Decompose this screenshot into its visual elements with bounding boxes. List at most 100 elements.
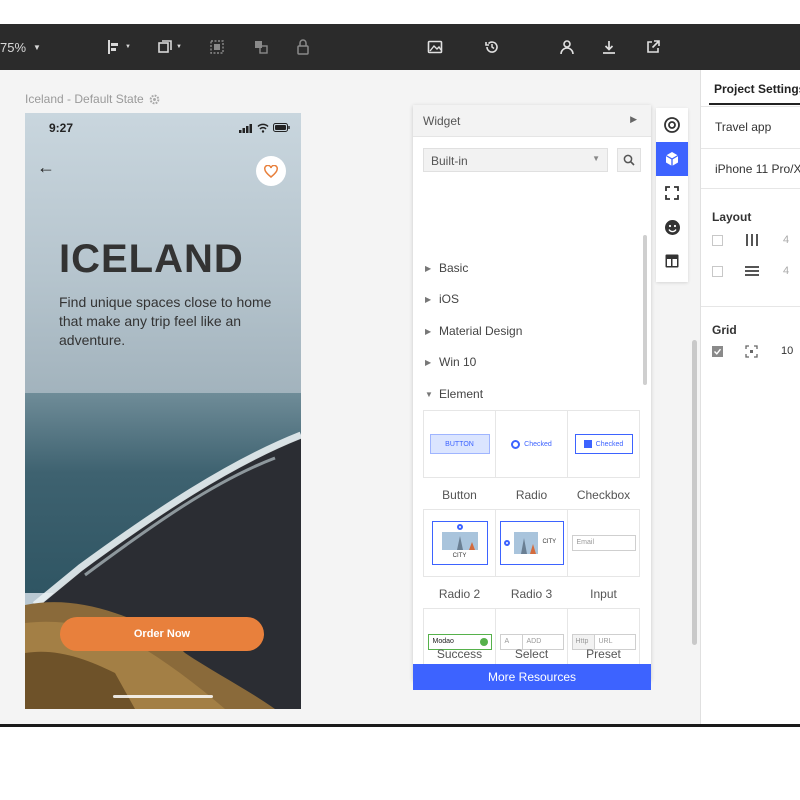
design-canvas[interactable]: Iceland - Default State 9:27 ← ICELAND F… [0,70,700,724]
frame-label[interactable]: Iceland - Default State [25,92,160,106]
radio-checked-icon [511,439,521,449]
chevron-down-icon: ▼ [125,44,131,50]
target-tool[interactable] [656,108,688,142]
lock-icon [297,39,309,55]
history-button[interactable] [484,38,500,56]
arrange-icon [158,40,172,53]
widget-tool[interactable] [656,142,688,176]
history-icon [485,41,498,53]
ungroup-icon [255,41,268,54]
category-material-design[interactable]: ▶ Material Design [425,324,522,338]
layout-rows-checkbox[interactable] [712,266,723,277]
ungroup-button[interactable] [253,38,269,56]
category-ios[interactable]: ▶ iOS [425,292,459,306]
category-label: Element [439,387,484,401]
frame-label-text: Iceland - Default State [25,92,144,106]
table-layout-icon [665,254,679,268]
element-label: Checkbox [576,488,631,502]
align-left-icon [108,40,118,54]
download-icon [603,41,615,54]
emoji-tool[interactable] [656,210,688,244]
widget-search-button[interactable] [617,148,641,172]
success-preview-text: Modao [432,638,454,645]
element-input[interactable]: Email [567,509,640,577]
zoom-dropdown[interactable]: 75% ▼ [0,38,41,56]
order-now-button[interactable]: Order Now [60,617,264,651]
columns-icon [746,234,758,246]
radio-3-preview: CITY [499,521,564,565]
city-label: CITY [452,553,467,559]
tab-project-settings[interactable]: Project Settings [714,82,800,96]
category-label: Win 10 [439,355,477,369]
project-name-field[interactable]: Travel app [715,120,771,134]
grid-size-value[interactable]: 10 [781,345,793,357]
divider [701,188,800,189]
checkbox-checked-icon [583,440,592,448]
input-preview: Email [571,535,636,551]
target-icon [664,117,680,133]
favorite-button[interactable] [256,156,286,186]
radio-preview: Checked [511,439,552,449]
checkmark-icon [714,348,722,355]
element-radio[interactable]: Checked [495,410,568,478]
active-tab-underline [709,103,800,105]
layout-rows-value[interactable]: 4 [783,265,789,277]
category-win-10[interactable]: ▶ Win 10 [425,355,476,369]
top-toolbar: 75% ▼ ▼ ▼ [0,24,800,70]
element-button[interactable]: BUTTON [423,410,496,478]
city-thumbnail-icon [441,532,478,550]
element-checkbox[interactable]: Checked [567,410,640,478]
element-radio-3[interactable]: CITY [495,509,568,577]
category-element[interactable]: ▼ Element [425,387,483,401]
smiley-icon [664,219,680,235]
component-tool[interactable] [656,176,688,210]
caret-right-icon: ▶ [425,263,432,273]
user-button[interactable] [559,38,575,56]
success-check-icon [479,638,488,646]
battery-icon [273,123,290,132]
widget-panel-title: Widget [423,114,461,128]
canvas-scrollbar[interactable] [692,340,697,645]
element-label: Select [514,647,549,661]
element-radio-2[interactable]: CITY [423,509,496,577]
grid-size-icon [745,345,758,358]
image-icon [427,40,443,54]
device-select[interactable]: iPhone 11 Pro/X [715,162,800,176]
divider [701,106,800,107]
divider [701,306,800,307]
widget-panel-header[interactable]: Widget ▶ [413,105,651,137]
cube-icon [665,152,679,166]
user-icon [560,40,574,55]
layout-columns-checkbox[interactable] [712,235,723,246]
category-basic[interactable]: ▶ Basic [425,261,468,275]
caret-right-icon: ▶ [425,357,432,367]
widget-panel: Widget ▶ Built-in ▼ ▶ Basic ▶ iOS ▶ Materia… [413,105,651,690]
chevron-right-icon[interactable]: ▶ [630,114,637,125]
align-button[interactable]: ▼ [106,38,131,56]
layout-tool[interactable] [656,244,688,278]
element-label: Input [590,587,617,601]
arrange-button[interactable]: ▼ [157,38,182,56]
element-label: Radio 2 [438,587,481,601]
library-select[interactable]: Built-in ▼ [423,148,608,172]
category-label: Basic [439,261,469,275]
lock-button[interactable] [296,38,310,56]
element-label: Button [442,488,477,502]
grid-checkbox[interactable] [712,346,723,357]
app-window: 75% ▼ ▼ ▼ Iceland - Default State 9:27 ←… [0,24,800,727]
share-button[interactable] [645,38,661,56]
element-label: Radio [515,488,548,502]
image-button[interactable] [427,38,443,56]
city-thumbnail-icon [513,532,538,554]
phone-screen[interactable]: 9:27 ← ICELAND Find unique spaces close … [25,113,301,709]
destination-title: ICELAND [59,237,244,281]
back-arrow-icon[interactable]: ← [37,157,55,178]
layout-columns-value[interactable]: 4 [783,234,789,246]
download-button[interactable] [601,38,617,56]
chevron-down-icon: ▼ [33,42,41,52]
caret-right-icon: ▶ [425,294,432,304]
widget-panel-scrollbar[interactable] [643,235,647,385]
zoom-value: 75% [0,39,27,55]
group-button[interactable] [209,38,225,56]
more-resources-button[interactable]: More Resources [413,664,651,690]
